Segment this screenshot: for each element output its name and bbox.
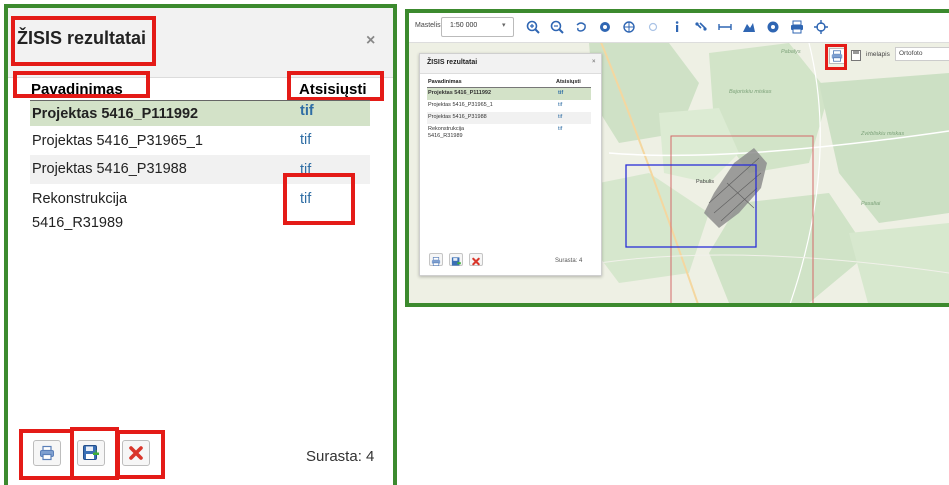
mini-row-name-line1: Rekonstrukcija [428, 126, 465, 132]
mini-download-link[interactable]: tif [558, 102, 562, 108]
measure-line-icon[interactable] [717, 19, 733, 35]
mini-table-row[interactable]: Projektas 5416_P31965_1 tif [427, 100, 591, 112]
map-label: Pabalys [781, 49, 801, 55]
map-label: Bajoriskiu miskas [729, 89, 772, 95]
save-map-label[interactable]: imelapis [866, 51, 890, 58]
mini-row-name: Projektas 5416_P31988 [428, 114, 487, 120]
mini-results-count: Surasta: 4 [555, 258, 583, 264]
zoom-out-icon[interactable] [549, 19, 565, 35]
table-row[interactable]: Projektas 5416_P111992 tif [30, 101, 370, 126]
link-icon[interactable] [693, 19, 709, 35]
mini-row-name-line2: 5416_R31989 [428, 133, 463, 139]
mini-panel-title: ŽISIS rezultatai [427, 59, 478, 66]
map-view-frame: Mastelis 1:50 000 ▾ imelapis Ortofoto Pa… [405, 9, 949, 307]
printer-icon [431, 257, 441, 266]
scale-label: Mastelis [415, 22, 441, 29]
mini-table-row[interactable]: Projektas 5416_P31988 tif [427, 112, 591, 124]
download-link[interactable]: tif [300, 103, 314, 119]
results-count: Surasta: 4 [306, 448, 375, 465]
dot-icon[interactable] [645, 19, 661, 35]
highlight-box-save [70, 427, 119, 480]
save-export-icon [451, 257, 461, 266]
info-icon[interactable] [669, 19, 685, 35]
table-row[interactable]: Projektas 5416_P31965_1 tif [30, 126, 370, 155]
mini-download-link[interactable]: tif [558, 90, 563, 96]
map-label: Zvirbliskiu miskas [861, 131, 905, 137]
row-name: Projektas 5416_P31988 [32, 161, 187, 177]
highlight-box-title [11, 16, 156, 66]
map-label: Pasaliai [861, 201, 881, 207]
highlight-box-print [19, 429, 74, 480]
locate-icon[interactable] [597, 19, 613, 35]
row-name: Projektas 5416_P31965_1 [32, 133, 203, 149]
measure-area-icon[interactable] [741, 19, 757, 35]
mini-delete-button[interactable] [469, 253, 483, 266]
highlight-box-map-print [825, 44, 847, 70]
mini-download-link[interactable]: tif [558, 126, 562, 132]
highlight-box-download-header [287, 71, 384, 101]
mini-row-name: Projektas 5416_P111992 [428, 90, 492, 96]
mini-save-button[interactable] [449, 253, 463, 266]
highlight-box-download-link [283, 173, 355, 225]
mini-row-name: Projektas 5416_P31965_1 [428, 102, 493, 108]
save-icon[interactable] [851, 50, 861, 61]
mini-column-header-download: Atsisiųsti [556, 79, 581, 85]
lasso-icon[interactable] [573, 19, 589, 35]
mini-download-link[interactable]: tif [558, 114, 562, 120]
mini-row-name: Rekonstrukcija 5416_R31989 [428, 126, 464, 140]
close-icon[interactable]: × [366, 32, 375, 50]
highlight-box-delete [116, 430, 165, 479]
highlight-box-name-header [13, 71, 150, 98]
row-name-line2: 5416_R31989 [32, 215, 124, 231]
row-name: Projektas 5416_P111992 [32, 106, 199, 122]
delete-x-icon [472, 257, 480, 266]
mini-column-header-name: Pavadinimas [428, 79, 462, 85]
close-icon[interactable]: × [592, 59, 596, 65]
zoom-in-icon[interactable] [525, 19, 541, 35]
row-name-line1: Rekonstrukcija [32, 191, 128, 207]
mini-table-row[interactable]: Rekonstrukcija 5416_R31989 tif [427, 124, 591, 148]
download-link[interactable]: tif [300, 132, 311, 148]
chevron-down-icon: ▾ [502, 22, 506, 29]
print-icon[interactable] [789, 19, 805, 35]
globe-icon[interactable] [621, 19, 637, 35]
mini-table-row[interactable]: Projektas 5416_P111992 tif [427, 88, 591, 100]
mini-print-button[interactable] [429, 253, 443, 266]
row-name: Rekonstrukcija 5416_R31989 [32, 187, 127, 235]
map-label: Pabulis [696, 179, 715, 185]
basemap-label: Ortofoto [899, 50, 923, 57]
layers-icon[interactable] [765, 19, 781, 35]
scale-value: 1:50 000 [450, 22, 478, 29]
crosshair-icon[interactable] [813, 19, 829, 35]
